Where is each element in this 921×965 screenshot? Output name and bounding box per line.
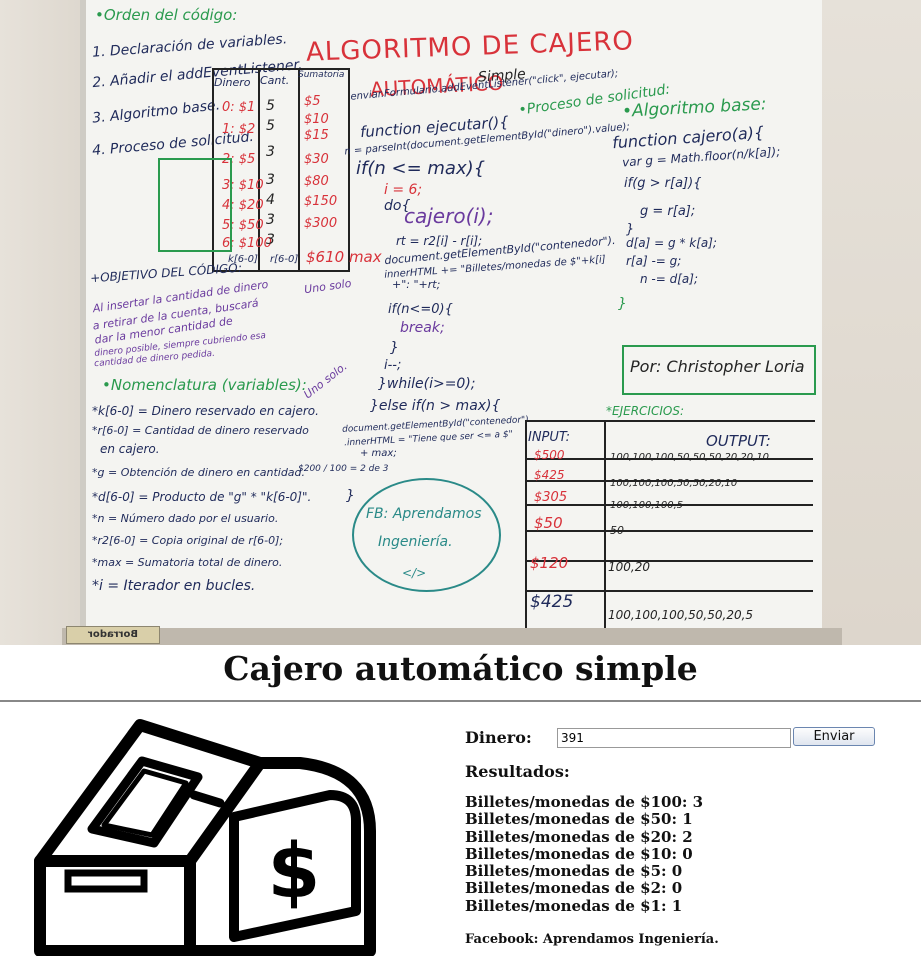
- code-line: }while(i>=0);: [378, 376, 476, 392]
- exercise-output: 100,100,100,50,50,50,20,20,10: [610, 452, 770, 463]
- exercise-input: $120: [530, 554, 569, 572]
- code-line: +": "+rt;: [392, 278, 441, 291]
- title-divider: [0, 700, 921, 702]
- result-line: Billetes/monedas de $20: 2: [465, 827, 693, 846]
- code-line: + max;: [360, 448, 397, 459]
- exercises-row-divider: [525, 560, 813, 562]
- table-row: $10: [304, 112, 329, 127]
- nomenclature-heading: •Nomenclatura (variables):: [102, 376, 307, 394]
- exercise-input: $50: [534, 514, 563, 532]
- atm-webpage: Cajero automático simple $ Dinero: Envia…: [0, 645, 921, 965]
- code-line: break;: [400, 320, 445, 336]
- nomenclature-item: *k[6-0] = Dinero reservado en cajero.: [92, 404, 319, 418]
- table-row: 5: [266, 118, 275, 134]
- eraser: Borrador: [66, 626, 160, 644]
- wall-left: [0, 0, 80, 645]
- table-footer: r[6-0]: [270, 254, 299, 265]
- code-line: i = 6;: [384, 182, 423, 198]
- exercise-output: 100,100,100,50,50,20,5: [608, 608, 754, 622]
- code-line: }else if(n > max){: [370, 398, 501, 414]
- exercises-header-output: OUTPUT:: [706, 432, 771, 450]
- table-row: 1: $2: [222, 122, 256, 137]
- whiteboard-photo: •Orden del código: 1. Declaración de var…: [0, 0, 921, 645]
- exercise-input: $305: [534, 490, 568, 505]
- facebook-credit: Facebook: Aprendamos Ingeniería.: [465, 932, 719, 947]
- exercises-header-input: INPUT:: [528, 430, 571, 445]
- table-row: $30: [304, 152, 329, 167]
- table-header-dinero: Dinero: [214, 76, 251, 89]
- code-line: }: [390, 340, 399, 356]
- result-line: Billetes/monedas de $1: 1: [465, 896, 683, 915]
- algo-code-line: }: [626, 222, 635, 237]
- result-line: Billetes/monedas de $5: 0: [465, 862, 683, 881]
- algo-code-line: if(g > r[a]){: [624, 176, 702, 191]
- atm-machine-icon: $: [34, 719, 376, 956]
- table-row: $150: [304, 194, 338, 209]
- g-example-note: $200 / 100 = 2 de 3: [298, 464, 389, 474]
- exercise-output: 100,100,100,5: [610, 500, 684, 511]
- table-header-sum: Sumatoria: [298, 70, 345, 80]
- table-row: 4: [266, 192, 275, 208]
- table-header-cant: Cant.: [260, 74, 290, 87]
- algo-code-line: n -= d[a];: [640, 272, 698, 286]
- exercises-heading: *EJERCICIOS:: [606, 404, 684, 418]
- table-footer-max: $610 max: [306, 248, 382, 266]
- table-row: 3: [266, 232, 275, 248]
- nomenclature-item: *d[6-0] = Producto de "g" * "k[6-0]".: [92, 490, 312, 504]
- code-line: if(n <= max){: [356, 158, 486, 179]
- code-line: if(n<=0){: [388, 302, 453, 317]
- table-row: 3: [266, 212, 275, 228]
- order-heading: •Orden del código:: [95, 6, 238, 24]
- table-col-divider: [298, 70, 300, 270]
- result-line: Billetes/monedas de $2: 0: [465, 879, 683, 898]
- author-credit: Por: Christopher Loria: [630, 357, 805, 376]
- exercises-row-divider: [525, 530, 813, 532]
- table-row: $300: [304, 216, 338, 231]
- wall-right: [822, 0, 921, 645]
- code-line: i--;: [384, 358, 402, 373]
- algo-code-line: d[a] = g * k[a];: [626, 236, 717, 250]
- nomenclature-item: *r[6-0] = Cantidad de dinero reservado: [92, 424, 309, 437]
- amount-input[interactable]: [557, 728, 791, 748]
- fb-bubble-line: Ingeniería.: [378, 534, 453, 550]
- nomenclature-item: *max = Sumatoria total de dinero.: [92, 556, 283, 569]
- nomenclature-item: *i = Iterador en bucles.: [92, 578, 256, 594]
- table-row: $80: [304, 174, 329, 189]
- nomenclature-item: en cajero.: [100, 442, 160, 456]
- result-line: Billetes/monedas de $50: 1: [465, 810, 693, 829]
- algo-code-line: r[a] -= g;: [626, 254, 682, 268]
- table-row: 3: [266, 172, 275, 188]
- exercises-col-divider: [604, 420, 606, 630]
- nomenclature-item: *g = Obtención de dinero en cantidad.: [92, 466, 306, 479]
- submit-button[interactable]: Enviar: [793, 727, 875, 746]
- amount-label: Dinero:: [465, 728, 532, 747]
- exercise-input: $425: [530, 592, 574, 612]
- exercise-output: 50: [610, 524, 624, 537]
- exercise-output: 100,100,100,50,50,20,10: [610, 478, 738, 489]
- page-title: Cajero automático simple: [223, 649, 698, 688]
- whiteboard-tray: [62, 628, 842, 645]
- exercise-input: $425: [534, 468, 565, 482]
- result-line: Billetes/monedas de $10: 0: [465, 844, 693, 863]
- fb-bubble-line: </>: [402, 566, 427, 580]
- exercise-input: $500: [534, 448, 565, 462]
- atm-sketch-drawing: [158, 158, 232, 252]
- table-row: 3: [266, 144, 275, 160]
- result-line: Billetes/monedas de $100: 3: [465, 793, 704, 811]
- code-line: cajero(i);: [404, 204, 494, 228]
- table-row: $5: [304, 94, 321, 109]
- nomenclature-item: *n = Número dado por el usuario.: [92, 512, 279, 525]
- algo-code-line: g = r[a];: [640, 204, 696, 219]
- fb-bubble-line: FB: Aprendamos: [366, 506, 482, 522]
- table-row: $15: [304, 128, 329, 143]
- code-line: }: [346, 488, 355, 504]
- exercise-output: 100,20: [608, 560, 650, 574]
- results-list: Billetes/monedas de $100: 3 Billetes/mon…: [465, 793, 704, 915]
- algo-code-line: }: [618, 296, 627, 312]
- results-heading: Resultados:: [465, 762, 570, 781]
- nomenclature-item: *r2[6-0] = Copia original de r[6-0];: [92, 534, 284, 547]
- table-row: 0: $1: [222, 100, 256, 115]
- table-row: 5: [266, 98, 275, 114]
- dollar-sign-icon: $: [268, 826, 321, 915]
